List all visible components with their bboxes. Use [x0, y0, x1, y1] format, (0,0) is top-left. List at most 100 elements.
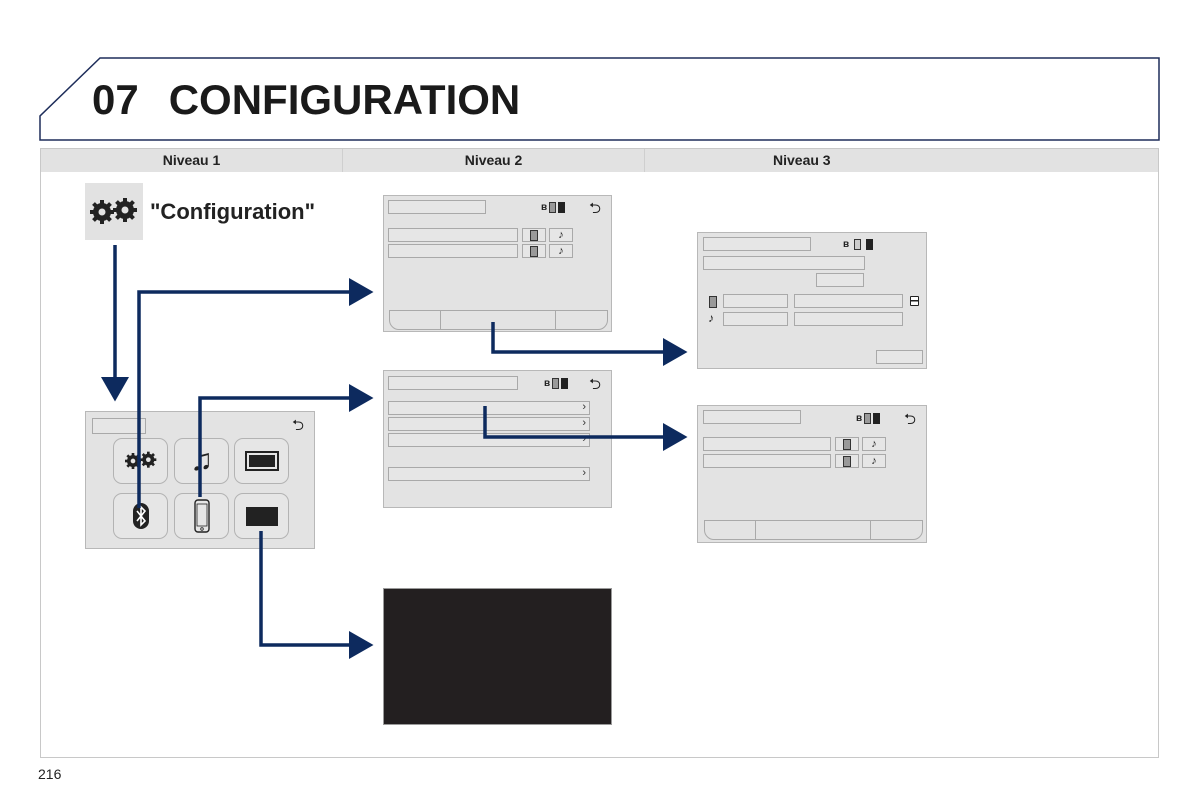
bottom-button-left[interactable]	[390, 311, 441, 329]
back-arrow-icon[interactable]: ⮌	[904, 412, 916, 427]
phone-icon	[549, 202, 557, 213]
menu-list-item[interactable]: ›	[388, 467, 590, 481]
smartphone-icon	[193, 499, 210, 533]
tile-screen-off[interactable]	[234, 493, 289, 539]
phone-profile-button[interactable]	[835, 437, 859, 451]
menu-list-item[interactable]: ›	[388, 417, 590, 431]
phone-profile-button[interactable]	[835, 454, 859, 468]
column-header-level-2: Niveau 2	[343, 149, 645, 172]
chevron-right-icon: ›	[582, 401, 586, 413]
media-profile-button[interactable]: ♪	[862, 437, 886, 451]
phone-icon	[864, 413, 872, 424]
bottom-button-right[interactable]	[556, 311, 607, 329]
screen-off-icon	[245, 506, 278, 526]
status-icons: ʙ	[843, 239, 874, 250]
device-row-2[interactable]	[388, 244, 518, 258]
music-note-icon: ♫	[190, 444, 213, 477]
status-icons: ʙ	[856, 413, 881, 424]
battery-icon	[873, 413, 881, 424]
battery-icon	[866, 239, 874, 250]
media-profile-button[interactable]: ♪	[549, 244, 573, 258]
music-note-icon: ♪	[871, 455, 877, 467]
back-arrow-icon[interactable]: ⮌	[589, 201, 601, 216]
media-profile-button[interactable]: ♪	[549, 228, 573, 242]
level2-screen-off	[383, 588, 612, 725]
chapter-number: 07	[92, 76, 139, 123]
level2-phone-menu-screen: ʙ ⮌ › › › ›	[383, 370, 612, 508]
level3-device-details-screen: ʙ ♪	[697, 232, 927, 369]
save-icon[interactable]	[910, 296, 919, 306]
device-name-field[interactable]	[703, 256, 865, 270]
bluetooth-icon: ʙ	[541, 202, 548, 213]
device-row-2[interactable]	[703, 454, 831, 468]
level3-device-list-screen: ʙ ⮌ ♪ ♪	[697, 405, 927, 543]
level1-menu-screen: ⮌ ♫	[85, 411, 315, 549]
confirm-button[interactable]	[876, 350, 923, 364]
chapter-title: 07 CONFIGURATION	[92, 76, 520, 124]
phone-icon	[530, 229, 538, 241]
bluetooth-icon: ʙ	[843, 239, 850, 250]
small-action-field[interactable]	[816, 273, 864, 287]
phone-icon	[843, 438, 851, 450]
phone-icon	[854, 239, 862, 250]
bluetooth-icon	[132, 503, 149, 529]
music-note-icon: ♪	[871, 438, 877, 450]
bluetooth-icon: ʙ	[856, 413, 863, 424]
screen-title-field	[703, 237, 811, 251]
tile-display-settings[interactable]	[234, 438, 289, 484]
status-icons: ʙ	[541, 202, 566, 213]
back-arrow-icon[interactable]: ⮌	[589, 377, 601, 392]
column-header-level-3: Niveau 3	[645, 149, 1158, 172]
status-icons: ʙ	[544, 378, 569, 389]
music-note-icon: ♪	[708, 311, 714, 325]
phone-icon	[843, 455, 851, 467]
device-row-1[interactable]	[388, 228, 518, 242]
screen-title-field	[703, 410, 801, 424]
column-header-level-1: Niveau 1	[41, 149, 343, 172]
bottom-action-bar	[704, 520, 923, 540]
tile-telephone[interactable]	[174, 493, 229, 539]
chevron-right-icon: ›	[582, 467, 586, 479]
screen-title-field	[388, 376, 518, 390]
configuration-entry-tile[interactable]	[85, 183, 143, 240]
device-row-1[interactable]	[703, 437, 831, 451]
phone-profile-value[interactable]	[794, 294, 903, 308]
tile-configuration[interactable]	[113, 438, 168, 484]
music-note-icon: ♪	[558, 245, 564, 257]
menu-title-field	[92, 418, 146, 434]
phone-profile-field[interactable]	[723, 294, 788, 308]
gears-icon	[124, 451, 156, 469]
back-arrow-icon[interactable]: ⮌	[292, 418, 304, 433]
bottom-action-bar	[389, 310, 608, 330]
chapter-title-text: CONFIGURATION	[168, 76, 521, 123]
bottom-button-right[interactable]	[871, 521, 922, 539]
battery-icon	[558, 202, 566, 213]
bluetooth-icon: ʙ	[544, 378, 551, 389]
chevron-right-icon: ›	[582, 417, 586, 429]
media-profile-field[interactable]	[723, 312, 788, 326]
chevron-right-icon: ›	[582, 433, 586, 445]
level2-bluetooth-screen: ʙ ⮌ ♪ ♪	[383, 195, 612, 332]
bottom-button-center[interactable]	[756, 521, 871, 539]
media-profile-value[interactable]	[794, 312, 903, 326]
menu-list-item[interactable]: ›	[388, 401, 590, 415]
phone-icon	[552, 378, 560, 389]
chapter-header-frame	[39, 57, 1160, 141]
phone-profile-button[interactable]	[522, 228, 546, 242]
music-note-icon: ♪	[558, 229, 564, 241]
tile-bluetooth[interactable]	[113, 493, 168, 539]
phone-icon	[530, 245, 538, 257]
configuration-entry-label: "Configuration"	[150, 199, 316, 224]
battery-icon	[561, 378, 569, 389]
gears-icon	[90, 197, 137, 224]
screen-title-field	[388, 200, 486, 214]
bottom-button-left[interactable]	[705, 521, 756, 539]
media-profile-button[interactable]: ♪	[862, 454, 886, 468]
page-number: 216	[38, 766, 62, 782]
phone-profile-button[interactable]	[522, 244, 546, 258]
menu-list-item[interactable]: ›	[388, 433, 590, 447]
screen-outline-icon	[244, 451, 279, 471]
tile-media[interactable]: ♫	[174, 438, 229, 484]
phone-icon	[709, 296, 717, 308]
bottom-button-center[interactable]	[441, 311, 556, 329]
